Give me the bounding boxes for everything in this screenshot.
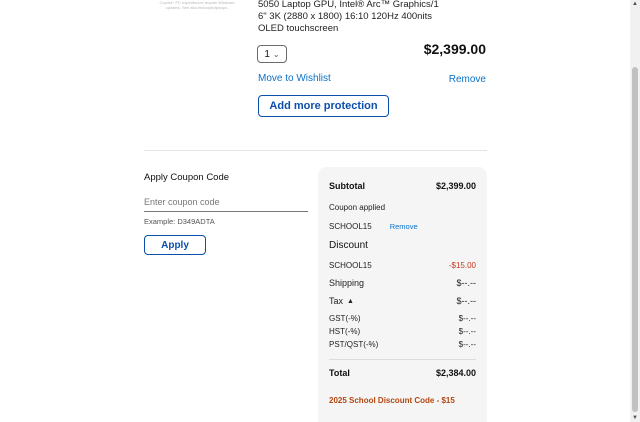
scroll-up-arrow-icon[interactable]: ▲	[632, 1, 638, 7]
move-to-wishlist-link[interactable]: Move to Wishlist	[258, 73, 331, 84]
tax-row[interactable]: Tax ▲ $--.--	[329, 296, 476, 306]
product-image-caption: Copilot+ PC experiences require Windows …	[159, 0, 235, 10]
product-description: 5050 Laptop GPU, Intel® Arc™ Graphics/16…	[258, 0, 439, 34]
discount-row: Discount	[329, 240, 476, 251]
remove-coupon-link[interactable]: Remove	[390, 222, 418, 231]
applied-coupon-code: SCHOOL15	[329, 222, 372, 231]
coupon-applied-row: Coupon applied	[329, 203, 476, 212]
shipping-label: Shipping	[329, 278, 365, 288]
total-value: $2,384.00	[435, 368, 476, 378]
pst-label: PST/QST(-%)	[329, 340, 379, 349]
gst-value: $--.--	[458, 314, 476, 323]
chevron-down-icon: ⌄	[272, 49, 280, 59]
applied-coupon-row: SCHOOL15 Remove	[329, 222, 476, 231]
chevron-up-icon: ▲	[347, 297, 354, 305]
total-row: Total $2,384.00	[329, 368, 476, 378]
section-divider	[144, 150, 487, 151]
discount-code: SCHOOL15	[329, 261, 372, 270]
summary-divider	[329, 359, 476, 360]
scrollbar-thumb[interactable]	[632, 67, 638, 412]
shipping-value: $--.--	[456, 278, 477, 288]
subtotal-label: Subtotal	[329, 181, 365, 191]
pst-row: PST/QST(-%) $--.--	[329, 340, 476, 349]
quantity-select[interactable]: 1 ⌄	[257, 45, 287, 63]
coupon-applied-label: Coupon applied	[329, 203, 386, 212]
shipping-row: Shipping $--.--	[329, 278, 476, 288]
tax-value: $--.--	[456, 296, 477, 306]
scroll-down-arrow-icon[interactable]: ▼	[632, 415, 638, 421]
hst-row: HST(-%) $--.--	[329, 327, 476, 336]
apply-coupon-button[interactable]: Apply	[144, 235, 206, 255]
tax-label: Tax	[329, 296, 344, 306]
coupon-title: Apply Coupon Code	[144, 172, 230, 183]
coupon-input[interactable]	[144, 192, 308, 212]
tax-toggle[interactable]: Tax ▲	[329, 296, 354, 306]
discount-value: -$15.00	[448, 261, 476, 270]
promo-message: 2025 School Discount Code - $15	[329, 396, 455, 405]
discount-label: Discount	[329, 240, 368, 251]
gst-label: GST(-%)	[329, 314, 361, 323]
add-protection-button[interactable]: Add more protection	[258, 95, 389, 117]
quantity-value: 1	[264, 48, 270, 60]
remove-item-link[interactable]: Remove	[449, 74, 486, 85]
subtotal-value: $2,399.00	[435, 181, 476, 191]
pst-value: $--.--	[458, 340, 476, 349]
subtotal-row: Subtotal $2,399.00	[329, 181, 476, 191]
hst-label: HST(-%)	[329, 327, 361, 336]
page-scrollbar[interactable]: ▲ ▼	[630, 0, 640, 422]
total-label: Total	[329, 368, 350, 378]
order-summary: Subtotal $2,399.00 Coupon applied SCHOOL…	[318, 167, 487, 422]
coupon-example: Example: D349ADTA	[144, 217, 215, 226]
item-price: $2,399.00	[423, 41, 486, 57]
hst-value: $--.--	[458, 327, 476, 336]
gst-row: GST(-%) $--.--	[329, 314, 476, 323]
discount-code-row: SCHOOL15 -$15.00	[329, 261, 476, 270]
